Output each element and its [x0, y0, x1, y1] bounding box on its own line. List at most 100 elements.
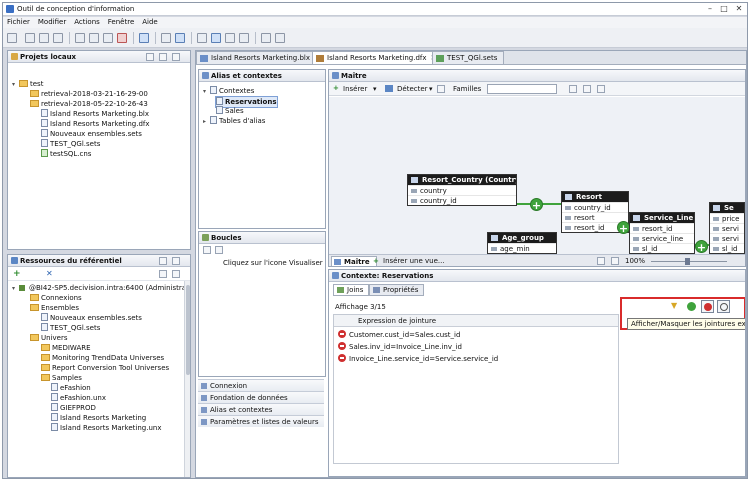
tree-item-retrieval-2[interactable]: retrieval-2018-05-22-10-26-43: [30, 99, 148, 109]
search-icon[interactable]: [275, 33, 285, 43]
zoom-fit-icon[interactable]: [611, 257, 619, 265]
tree-item-sets-test[interactable]: TEST_QGl.sets: [41, 139, 100, 149]
publish-icon[interactable]: [161, 33, 171, 43]
tree-item-island[interactable]: Island Resorts Marketing: [51, 413, 146, 423]
families-select[interactable]: [487, 84, 557, 94]
entity-column[interactable]: servi: [710, 223, 744, 233]
table-row[interactable]: Sales.inv_id=Invoice_Line.inv_id: [338, 342, 462, 351]
tree-item-report-conversion[interactable]: Report Conversion Tool Universes: [41, 363, 169, 373]
join-plus-icon[interactable]: +: [530, 198, 543, 212]
grid-icon[interactable]: [239, 33, 249, 43]
open-icon[interactable]: [25, 33, 35, 43]
diagram-canvas[interactable]: Resort_Country (Country) country country…: [329, 97, 745, 255]
binoculars-icon[interactable]: [261, 33, 271, 43]
collapse-icon[interactable]: [159, 270, 167, 278]
menu-actions[interactable]: Actions: [74, 17, 100, 28]
nav-alias-contexts[interactable]: Alias et contextes: [198, 403, 324, 415]
refresh-icon[interactable]: [172, 270, 180, 278]
visualize-loops-icon[interactable]: [215, 246, 223, 254]
tab-dfx[interactable]: Island Resorts Marketing.dfx✕: [312, 51, 444, 64]
detect-button[interactable]: Détecter: [397, 85, 428, 93]
entity-service[interactable]: Se price servi servi sl_id: [709, 202, 745, 254]
tree-item-sets-new[interactable]: Nouveaux ensembles.sets: [41, 129, 142, 139]
tree-item-efashion-unx[interactable]: eFashion.unx: [51, 393, 106, 403]
tree-item-dfx[interactable]: Island Resorts Marketing.dfx: [41, 119, 150, 129]
new-icon[interactable]: [7, 33, 17, 43]
tree-item-connexions[interactable]: Connexions: [30, 293, 82, 303]
entity-column[interactable]: country_id: [408, 195, 516, 205]
entity-column[interactable]: service_line: [630, 233, 694, 243]
entity-resort-country[interactable]: Resort_Country (Country) country country…: [407, 174, 517, 206]
join-plus-icon[interactable]: +: [695, 240, 708, 254]
link-editor-icon[interactable]: [159, 53, 167, 61]
tab-sets[interactable]: TEST_QGl.sets: [432, 51, 505, 64]
remove-icon[interactable]: ✕: [46, 270, 54, 278]
menu-modifier[interactable]: Modifier: [38, 17, 66, 28]
insert-button[interactable]: Insérer: [343, 85, 367, 93]
scrollbar-thumb[interactable]: [186, 285, 190, 375]
menu-fichier[interactable]: Fichier: [7, 17, 30, 28]
refresh-icon[interactable]: [437, 85, 445, 93]
delete-icon[interactable]: [117, 33, 127, 43]
print-icon[interactable]: [597, 85, 605, 93]
tree-item-cns[interactable]: testSQL.cns: [41, 149, 91, 159]
chevron-down-icon[interactable]: ▾: [373, 85, 377, 93]
save-icon[interactable]: [39, 33, 49, 43]
tree-item-giefprod[interactable]: GIEFPROD: [51, 403, 96, 413]
tree-item-samples[interactable]: Samples: [41, 373, 82, 383]
entity-column[interactable]: country_id: [562, 202, 628, 212]
tree-item-test-sets[interactable]: TEST_QGl.sets: [41, 323, 100, 333]
tree-item-ensembles[interactable]: Ensembles: [30, 303, 79, 313]
table-row[interactable]: Invoice_Line.service_id=Service.service_…: [338, 354, 498, 363]
tab-properties[interactable]: Propriétés: [369, 284, 425, 296]
save-all-icon[interactable]: [53, 33, 63, 43]
minimize-panel-icon[interactable]: [172, 53, 180, 61]
connection-icon[interactable]: [139, 33, 149, 43]
minimize-icon[interactable]: –: [703, 4, 717, 14]
copy-icon[interactable]: [89, 33, 99, 43]
paste-icon[interactable]: [103, 33, 113, 43]
tree-item-monitoring[interactable]: Monitoring TrendData Universes: [41, 353, 164, 363]
entity-column[interactable]: age_min: [488, 243, 556, 253]
entity-column[interactable]: resort: [562, 212, 628, 222]
tab-master[interactable]: Maître: [331, 256, 377, 266]
zoom-slider-thumb[interactable]: [685, 258, 690, 265]
collapse-all-icon[interactable]: [146, 53, 154, 61]
tab-blx[interactable]: Island Resorts Marketing.blx: [196, 51, 317, 64]
table-row[interactable]: Customer.cust_id=Sales.cust_id: [338, 330, 460, 339]
tree-item-alias-tables[interactable]: ▸ Tables d'alias: [203, 116, 265, 127]
view-icon[interactable]: [225, 33, 235, 43]
layout-icon[interactable]: [569, 85, 577, 93]
tree-item-island-unx[interactable]: Island Resorts Marketing.unx: [51, 423, 161, 433]
tree-item-sales[interactable]: Sales: [216, 106, 244, 116]
tree-item-univers[interactable]: Univers: [30, 333, 67, 343]
view-menu-icon[interactable]: [159, 257, 167, 265]
properties-icon[interactable]: [583, 85, 591, 93]
cut-icon[interactable]: [75, 33, 85, 43]
entity-column[interactable]: resort_id: [630, 223, 694, 233]
add-icon[interactable]: +: [13, 270, 21, 279]
maximize-icon[interactable]: □: [717, 4, 731, 14]
entity-column[interactable]: price: [710, 213, 744, 223]
entity-column[interactable]: sl_id: [630, 243, 694, 253]
check-integrity-icon[interactable]: [175, 33, 185, 43]
column-join-expression[interactable]: Expression de jointure: [358, 317, 436, 325]
layout-icon[interactable]: [211, 33, 221, 43]
query-icon[interactable]: [197, 33, 207, 43]
fit-icon[interactable]: [597, 257, 605, 265]
nav-parameters-lov[interactable]: Paramètres et listes de valeurs: [198, 415, 324, 427]
menu-fenetre[interactable]: Fenêtre: [108, 17, 134, 28]
entity-age-group[interactable]: Age_group age_min: [487, 232, 557, 254]
menu-aide[interactable]: Aide: [142, 17, 157, 28]
repository-scrollbar[interactable]: [184, 281, 190, 477]
entity-column[interactable]: country: [408, 185, 516, 195]
tree-item-retrieval-1[interactable]: retrieval-2018-03-21-16-29-00: [30, 89, 148, 99]
entity-service-line[interactable]: Service_Line resort_id service_line sl_i…: [629, 212, 695, 254]
tree-item-new-sets[interactable]: Nouveaux ensembles.sets: [41, 313, 142, 323]
close-window-icon[interactable]: ✕: [732, 4, 746, 14]
chevron-down-icon[interactable]: ▾: [429, 85, 433, 93]
nav-connexion[interactable]: Connexion: [198, 379, 324, 391]
entity-column[interactable]: sl_id: [710, 243, 744, 253]
detect-loops-icon[interactable]: [203, 246, 211, 254]
tree-item-mediware[interactable]: MEDIWARE: [41, 343, 91, 353]
